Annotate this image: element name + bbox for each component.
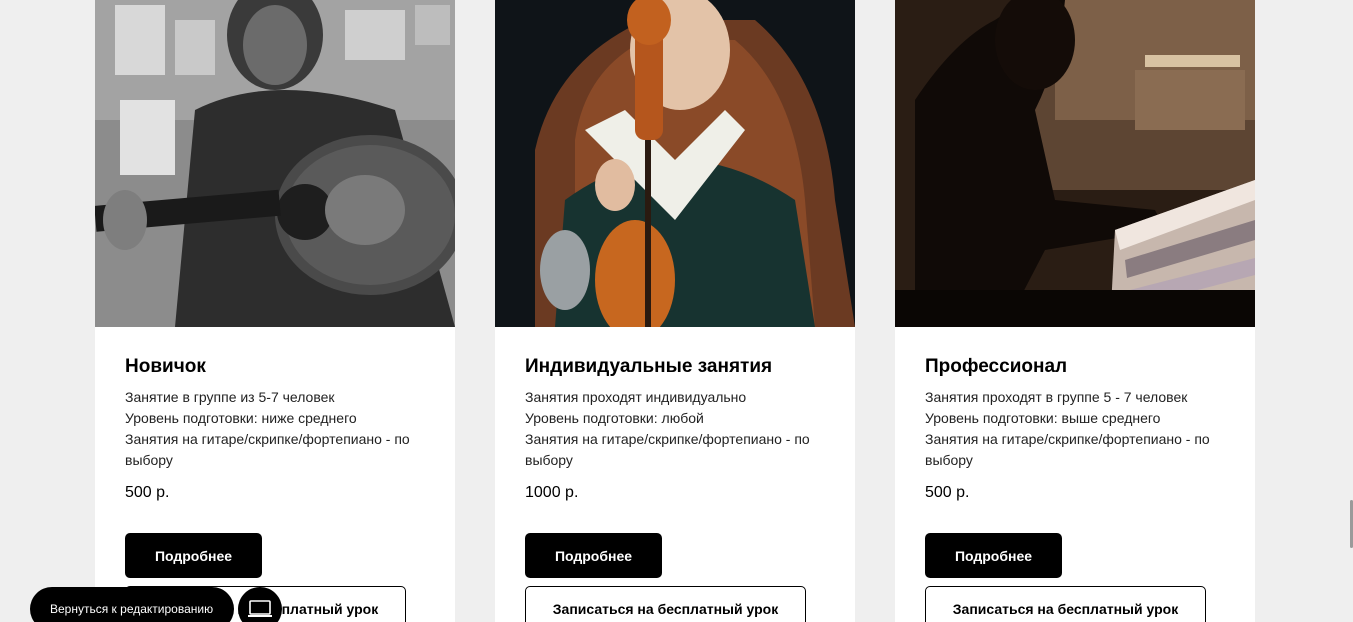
back-to-editing-button[interactable]: Вернуться к редактированию <box>30 587 234 622</box>
card-price: 1000 р. <box>525 484 579 501</box>
card-description: Занятие в группе из 5-7 человек Уровень … <box>125 387 425 471</box>
card-price: 500 р. <box>925 484 970 501</box>
description-line: Занятие в группе из 5-7 человек <box>125 389 335 405</box>
card-title: Профессионал <box>925 356 1068 377</box>
card-price: 500 р. <box>125 484 170 501</box>
child-with-guitar-photo <box>95 0 455 327</box>
details-button[interactable]: Подробнее <box>525 533 662 578</box>
card-professional: Профессионал Занятия проходят в группе 5… <box>895 0 1255 622</box>
description-line: выбору <box>925 452 973 468</box>
signup-free-lesson-button[interactable]: Записаться на бесплатный урок <box>525 586 806 622</box>
signup-free-lesson-button[interactable]: Записаться на бесплатный урок <box>925 586 1206 622</box>
girl-with-violin-photo <box>495 0 855 327</box>
description-line: Уровень подготовки: любой <box>525 410 704 426</box>
description-line: Занятия на гитаре/скрипке/фортепиано - п… <box>125 431 410 447</box>
child-at-piano-photo <box>895 0 1255 327</box>
description-line: Уровень подготовки: выше среднего <box>925 410 1161 426</box>
pricing-cards: Новичок Занятие в группе из 5-7 человек … <box>95 0 1255 622</box>
details-button[interactable]: Подробнее <box>125 533 262 578</box>
description-line: выбору <box>125 452 173 468</box>
card-description: Занятия проходят в группе 5 - 7 человек … <box>925 387 1225 471</box>
description-line: Занятия на гитаре/скрипке/фортепиано - п… <box>525 431 810 447</box>
description-line: выбору <box>525 452 573 468</box>
details-button[interactable]: Подробнее <box>925 533 1062 578</box>
description-line: Уровень подготовки: ниже среднего <box>125 410 357 426</box>
card-description: Занятия проходят индивидуально Уровень п… <box>525 387 825 471</box>
card-beginner: Новичок Занятие в группе из 5-7 человек … <box>95 0 455 622</box>
card-title: Новичок <box>125 356 206 377</box>
card-individual: Индивидуальные занятия Занятия проходят … <box>495 0 855 622</box>
card-title: Индивидуальные занятия <box>525 356 773 377</box>
description-line: Занятия на гитаре/скрипке/фортепиано - п… <box>925 431 1210 447</box>
description-line: Занятия проходят индивидуально <box>525 389 747 405</box>
description-line: Занятия проходят в группе 5 - 7 человек <box>925 389 1188 405</box>
